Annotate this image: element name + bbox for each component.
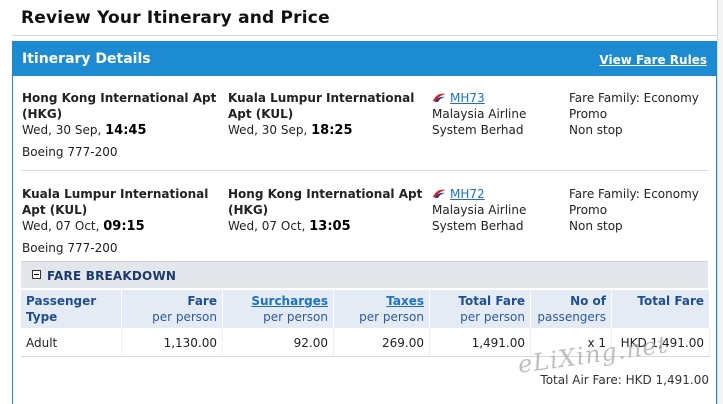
departure-info: Hong Kong International Apt (HKG) Wed, 3… xyxy=(22,90,222,139)
departure-time: 14:45 xyxy=(105,123,147,138)
fare-family: Fare Family: Economy Promo xyxy=(569,187,699,217)
scrollbar-edge[interactable] xyxy=(717,0,723,404)
itinerary-header: Itinerary Details View Fare Rules xyxy=(13,42,716,76)
malaysia-airlines-logo-icon xyxy=(433,189,446,198)
departure-datetime: Wed, 30 Sep, 14:45 xyxy=(22,122,222,139)
col-taxes-sub: per person xyxy=(359,310,424,324)
fare-breakdown-title: FARE BREAKDOWN xyxy=(47,269,177,283)
departure-date: Wed, 07 Oct, xyxy=(22,219,100,233)
minus-box-icon[interactable] xyxy=(32,270,41,279)
col-surcharges: Surcharges per person xyxy=(222,290,334,328)
col-no-of-sub: passengers xyxy=(537,310,606,324)
arrival-time: 18:25 xyxy=(311,123,353,138)
arrival-date: Wed, 07 Oct, xyxy=(228,219,306,233)
airline-name: Malaysia Airline System Berhad xyxy=(432,203,527,233)
arrival-info: Hong Kong International Apt (HKG) Wed, 0… xyxy=(228,186,428,235)
fare-family: Fare Family: Economy Promo xyxy=(569,91,699,121)
itinerary-title: Itinerary Details xyxy=(22,51,151,67)
arrival-time: 13:05 xyxy=(309,219,351,234)
col-no-of-label: No of xyxy=(570,294,606,308)
flight-segment-return: Kuala Lumpur International Apt (KUL) Wed… xyxy=(13,172,716,255)
col-total-per-person-sub: per person xyxy=(460,310,525,324)
departure-info: Kuala Lumpur International Apt (KUL) Wed… xyxy=(22,186,222,235)
fare-breakdown-header[interactable]: FARE BREAKDOWN xyxy=(21,261,708,288)
cell-surcharges: 92.00 xyxy=(222,328,334,357)
arrival-datetime: Wed, 07 Oct, 13:05 xyxy=(228,218,428,235)
arrival-airport: Hong Kong International Apt (HKG) xyxy=(228,187,423,217)
taxes-link[interactable]: Taxes xyxy=(386,294,424,308)
fare-family-info: Fare Family: Economy Promo Non stop xyxy=(569,90,714,138)
arrival-info: Kuala Lumpur International Apt (KUL) Wed… xyxy=(228,90,428,139)
col-fare-label: Fare xyxy=(187,294,217,308)
page-title: Review Your Itinerary and Price xyxy=(21,8,330,28)
departure-airport: Kuala Lumpur International Apt (KUL) xyxy=(22,187,209,217)
cell-fare: 1,130.00 xyxy=(121,328,223,357)
flight-number-link[interactable]: MH73 xyxy=(450,91,485,105)
arrival-date: Wed, 30 Sep, xyxy=(228,123,308,137)
cell-passenger-type: Adult xyxy=(21,328,122,357)
segment-divider xyxy=(21,170,708,171)
aircraft-type: Boeing 777-200 xyxy=(22,241,118,255)
total-air-fare: Total Air Fare: HKD 1,491.00 xyxy=(540,373,709,387)
flight-segment-outbound: Hong Kong International Apt (HKG) Wed, 3… xyxy=(13,76,716,159)
view-fare-rules-link[interactable]: View Fare Rules xyxy=(599,53,707,67)
col-taxes: Taxes per person xyxy=(333,290,430,328)
departure-date: Wed, 30 Sep, xyxy=(22,123,102,137)
flight-number-link[interactable]: MH72 xyxy=(450,187,485,201)
title-divider xyxy=(12,35,723,36)
fare-family-info: Fare Family: Economy Promo Non stop xyxy=(569,186,714,234)
stops: Non stop xyxy=(569,219,623,233)
aircraft-type: Boeing 777-200 xyxy=(22,145,118,159)
col-passenger-type: Passenger Type xyxy=(21,290,122,328)
col-total: Total Fare xyxy=(611,290,710,328)
arrival-datetime: Wed, 30 Sep, 18:25 xyxy=(228,122,428,139)
airline-name: Malaysia Airline System Berhad xyxy=(432,107,527,137)
departure-airport: Hong Kong International Apt (HKG) xyxy=(22,91,217,121)
col-total-per-person: Total Fare per person xyxy=(429,290,531,328)
arrival-airport: Kuala Lumpur International Apt (KUL) xyxy=(228,91,415,121)
col-surcharges-sub: per person xyxy=(263,310,328,324)
col-no-of-passengers: No of passengers xyxy=(530,290,612,328)
surcharges-link[interactable]: Surcharges xyxy=(251,294,328,308)
airline-info: MH72 Malaysia Airline System Berhad xyxy=(432,186,562,234)
airline-info: MH73 Malaysia Airline System Berhad xyxy=(432,90,562,138)
departure-datetime: Wed, 07 Oct, 09:15 xyxy=(22,218,222,235)
col-fare: Fare per person xyxy=(121,290,223,328)
col-fare-sub: per person xyxy=(152,310,217,324)
malaysia-airlines-logo-icon xyxy=(433,93,446,102)
fare-table-header-row: Passenger Type Fare per person Surcharge… xyxy=(21,290,710,328)
col-total-per-person-label: Total Fare xyxy=(458,294,525,308)
departure-time: 09:15 xyxy=(103,219,145,234)
stops: Non stop xyxy=(569,123,623,137)
cell-taxes: 269.00 xyxy=(333,328,430,357)
